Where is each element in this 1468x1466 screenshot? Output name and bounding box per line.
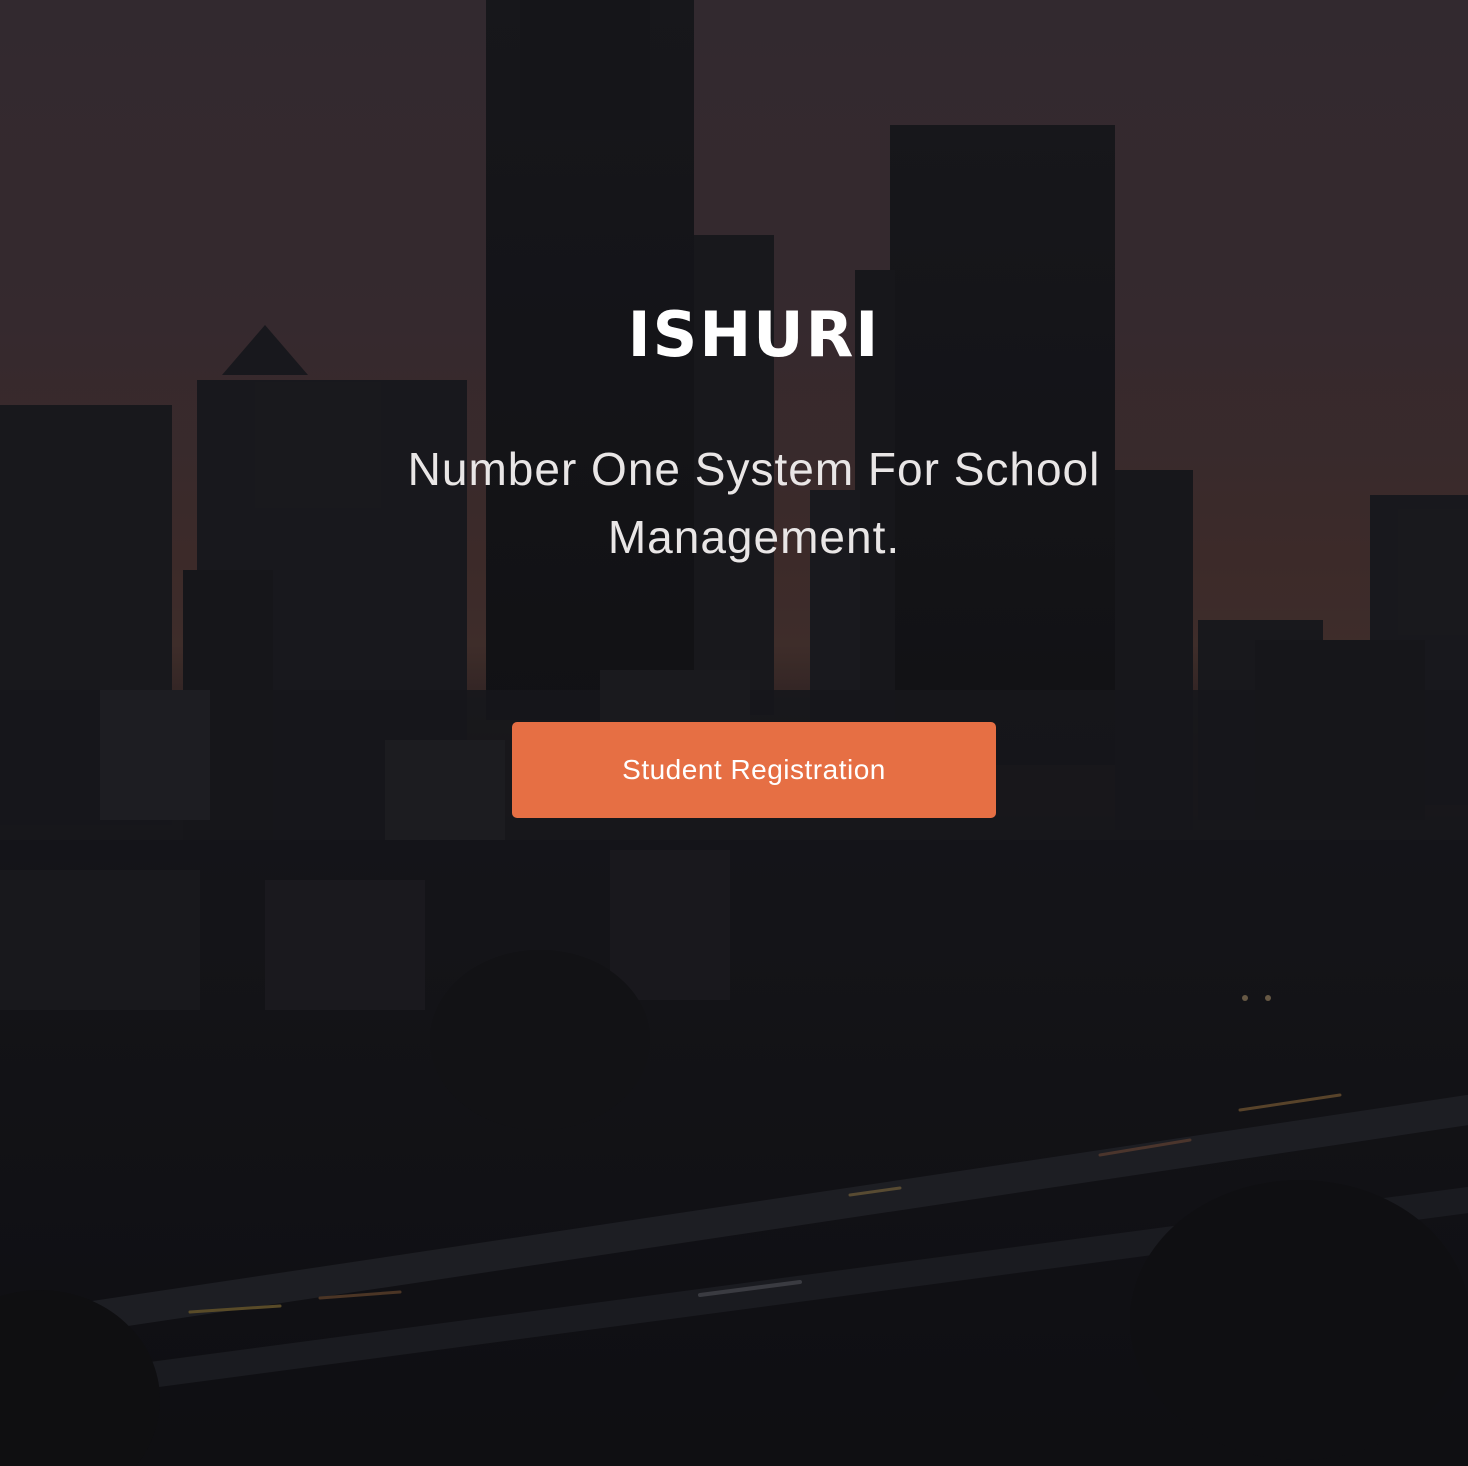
tagline-line-1: Number One System For School — [407, 443, 1101, 495]
hero-tagline: Number One System For School Management. — [0, 435, 1468, 571]
tagline-line-2: Management. — [607, 511, 901, 563]
student-registration-button[interactable]: Student Registration — [512, 722, 996, 818]
hero-content: ISHURI Number One System For School Mana… — [0, 0, 1468, 1466]
hero-section: ISHURI Number One System For School Mana… — [0, 0, 1468, 1466]
brand-title: ISHURI — [627, 298, 881, 371]
